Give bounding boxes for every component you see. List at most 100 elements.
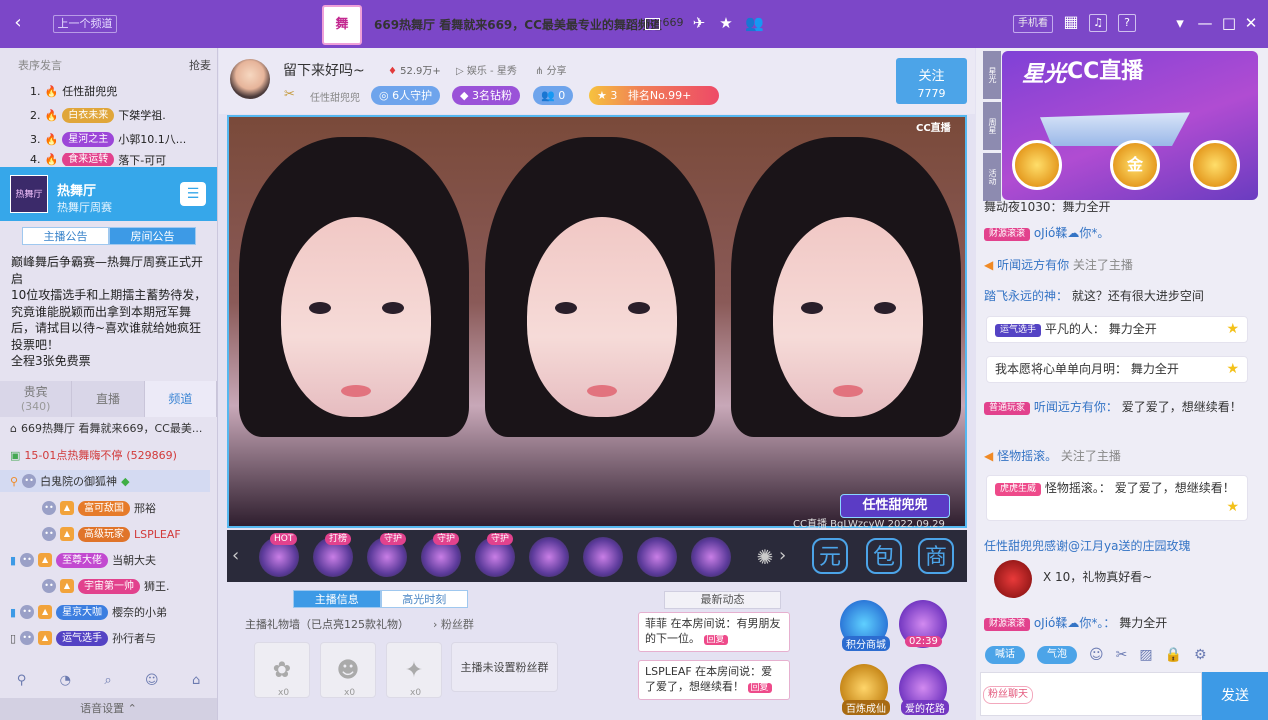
side-tab[interactable]: 星光 <box>983 51 1001 99</box>
diamond-chip[interactable]: ◆ 3名钻粉 <box>452 86 520 105</box>
chat-name[interactable]: 怪物摇滚。： <box>1045 481 1111 495</box>
tab-highlight[interactable]: 高光时刻 <box>380 590 468 608</box>
image-icon[interactable]: ▨ <box>1139 647 1152 663</box>
chat-text: 舞力全开 <box>1130 362 1179 376</box>
fan-group-link[interactable]: › 粉丝群 <box>433 616 474 632</box>
tab-audience[interactable]: 贵宾 (340) <box>0 381 73 417</box>
help-button[interactable]: ? <box>1118 14 1136 32</box>
side-tab[interactable]: 活动 <box>983 153 1001 201</box>
chat-name[interactable]: 听闻远方有你 <box>997 258 1069 272</box>
tab-channel[interactable]: 频道 <box>144 381 217 417</box>
chat-name[interactable]: oJió鞣☁你*。： <box>1034 616 1116 630</box>
close-icon[interactable]: ✕ <box>1242 14 1260 32</box>
package-button[interactable]: 包 <box>866 538 902 574</box>
rank-row[interactable]: 2. 🔥 白衣未来 下桀学祖. <box>30 106 166 124</box>
side-tab[interactable]: 周星 <box>983 102 1001 150</box>
chat-name[interactable]: 怪物摇滚。 <box>997 449 1057 463</box>
users-icon[interactable]: 👥 <box>745 14 764 32</box>
news-item[interactable]: 菲菲 在本房间说：有男朋友的下一位。 回复 <box>638 612 790 652</box>
rank-num: 3. <box>30 132 41 146</box>
follow-button[interactable]: 关注 7779 <box>896 58 967 104</box>
grid-icon[interactable]: ▦ <box>1062 14 1080 32</box>
rank-chip[interactable]: ★ 3 排名No.99+ <box>589 86 719 105</box>
left-toolbar: ⚲ ◔ ⌕ ☺ ⌂ <box>0 666 217 694</box>
rose-gift-icon <box>994 560 1032 598</box>
rank-row[interactable]: 4. 🔥 食来运转 落下-可可 <box>30 153 166 166</box>
fans-chat-button[interactable]: 粉丝聊天 <box>983 686 1033 704</box>
mobile-view-button[interactable]: 手机看 <box>1013 15 1053 33</box>
channel-tree-root[interactable]: ⌂ 669热舞厅 看舞就来669，CC最美... <box>10 419 202 437</box>
chat-name[interactable]: 踏飞永远的神： <box>984 289 1068 303</box>
home-icon[interactable]: ⌂ <box>192 673 200 688</box>
lock-icon[interactable]: 🔒 <box>1165 647 1182 663</box>
category[interactable]: ▷ 娱乐 - 星秀 <box>456 62 517 77</box>
search-icon[interactable]: ⌕ <box>104 673 111 688</box>
chat-name[interactable]: 听闻远方有你： <box>1034 400 1118 414</box>
subchannel-icon: ▣ <box>10 448 21 462</box>
chat-card: 我本愿将心单单向月明： 舞力全开 ★ <box>986 356 1248 383</box>
star-icon[interactable]: ★ <box>717 14 735 32</box>
gift-item[interactable] <box>583 537 623 577</box>
user-row[interactable]: ▯ •• ▲ 运气选手 孙行者与 <box>10 628 156 648</box>
chat-name[interactable]: 我本愿将心单单向月明： <box>995 362 1127 376</box>
share-button[interactable]: ⋔ 分享 <box>535 62 567 77</box>
reply-button[interactable]: 回复 <box>703 635 728 645</box>
yuan-button[interactable]: 元 <box>812 538 848 574</box>
plane-icon[interactable]: ✈ <box>690 14 708 32</box>
tab-room-announcement[interactable]: 房间公告 <box>109 227 196 245</box>
reply-button[interactable]: 回复 <box>747 683 772 693</box>
gamepad-icon[interactable]: ☺ <box>145 673 159 688</box>
tab-anchor-announcement[interactable]: 主播公告 <box>22 227 109 245</box>
chat-name[interactable]: oJió鞣☁你*。 <box>1034 226 1110 240</box>
gift-next-icon[interactable]: › <box>779 545 786 566</box>
rank-row[interactable]: 3. 🔥 星河之主 小郭10.1八... <box>30 130 186 148</box>
fans-chip[interactable]: 👥 0 <box>533 86 574 105</box>
bell-icon[interactable]: ♫ <box>1089 14 1107 32</box>
tab-anchor-info[interactable]: 主播信息 <box>293 590 381 608</box>
voice-settings-button[interactable]: 语音设置 ⌃ <box>0 698 217 720</box>
scissors-icon[interactable]: ✂ <box>1116 647 1128 663</box>
guard-label: 6人守护 <box>392 89 433 102</box>
tab-live[interactable]: 直播 <box>72 381 145 417</box>
anchor-avatar[interactable] <box>230 59 270 99</box>
hot-count: ♦ 52.9万+ <box>388 62 441 77</box>
send-button[interactable]: 发送 <box>1202 672 1268 720</box>
rank-row[interactable]: 1. 🔥 任性甜兜兜 <box>30 82 117 100</box>
palette-icon[interactable]: ◔ <box>60 673 71 688</box>
prev-channel-button[interactable]: 上一个频道 <box>53 15 117 33</box>
user-row[interactable]: •• ▲ 富可敌国 邢裕 <box>42 498 156 518</box>
bubble-button[interactable]: 气泡 <box>1037 646 1077 664</box>
gift-item[interactable] <box>637 537 677 577</box>
wall-count: x0 <box>278 688 290 698</box>
user-row[interactable]: ▮ •• ▲ 至尊大佬 当朝大夫 <box>10 550 156 570</box>
settings-icon[interactable]: ⚙ <box>1194 647 1207 663</box>
guard-chip[interactable]: ◎ 6人守护 <box>371 86 441 105</box>
shop-button[interactable]: 商 <box>918 538 954 574</box>
chat-thanks: 任性甜兜兜感谢@江月ya送的庄园玫瑰 <box>984 539 1191 553</box>
chat-text: 舞动夜1030：舞力全开 <box>984 200 1111 212</box>
chat-name[interactable]: 平凡的人： <box>1045 322 1105 336</box>
maximize-icon[interactable]: □ <box>1220 14 1238 32</box>
user-row[interactable]: •• ▲ 宇宙第一帅 狮王. <box>42 576 170 596</box>
level-icon: ▲ <box>38 631 53 645</box>
banner-title: 星光 <box>1022 62 1067 87</box>
grab-mic-button[interactable]: 抢麦 <box>189 57 211 73</box>
user-row[interactable]: ▮ •• ▲ 星京大咖 樱奈的小弟 <box>10 602 167 622</box>
chat-system-text: 关注了主播 <box>1060 449 1121 463</box>
dropdown-icon[interactable]: ▾ <box>1171 14 1189 32</box>
subchannel-row[interactable]: ▣ 15-01点热舞嗨不停 (529869) <box>10 446 177 464</box>
emoji-icon[interactable]: ☺ <box>1089 647 1104 663</box>
chat-badge: 运气选手 <box>995 324 1042 337</box>
back-icon[interactable]: ‹ <box>8 12 28 34</box>
location-icon[interactable]: ⚲ <box>17 673 27 688</box>
gift-item[interactable] <box>691 537 731 577</box>
gift-item[interactable] <box>529 537 569 577</box>
minimize-icon[interactable]: — <box>1196 14 1214 32</box>
gift-prev-icon[interactable]: ‹ <box>232 545 239 566</box>
user-row[interactable]: ⚲ •• 白鬼院の御狐神 ◆ <box>10 471 130 491</box>
video-player[interactable] <box>227 115 967 528</box>
menu-icon[interactable]: ☰ <box>180 182 206 206</box>
user-row[interactable]: •• ▲ 高级玩家 LSPLEAF <box>42 524 181 544</box>
shout-button[interactable]: 喊话 <box>985 646 1025 664</box>
news-item[interactable]: LSPLEAF 在本房间说：爱了爱了，想继续看！ 回复 <box>638 660 790 700</box>
